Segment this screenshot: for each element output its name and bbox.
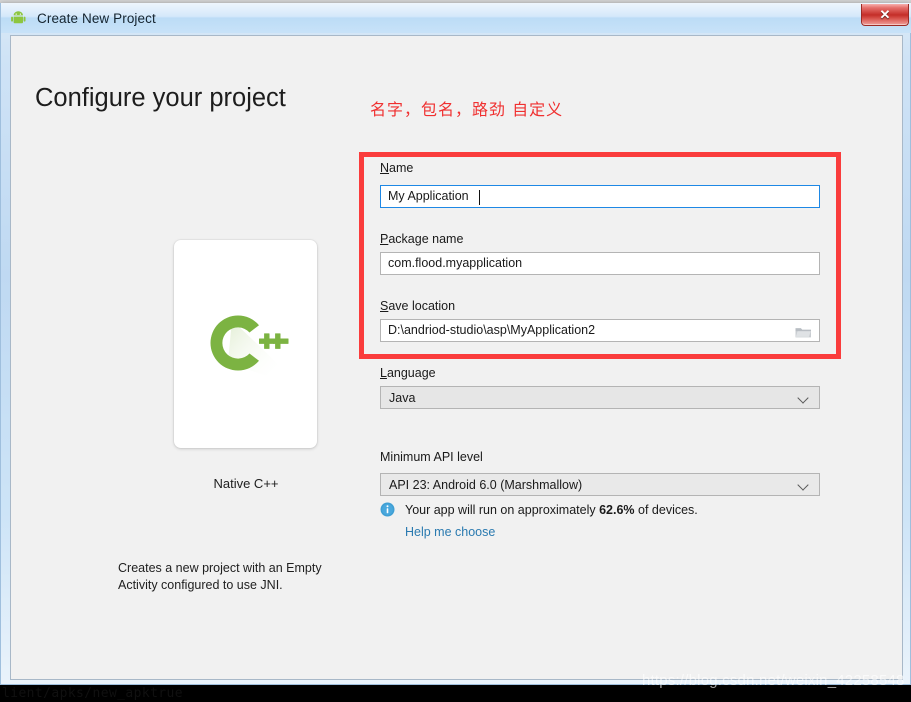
chevron-down-icon	[795, 476, 813, 494]
package-name-input-value: com.flood.myapplication	[388, 256, 523, 270]
page-title: Configure your project	[35, 84, 286, 112]
language-select-value: Java	[389, 390, 416, 405]
name-label: Name	[380, 161, 413, 175]
help-me-choose-link[interactable]: Help me choose	[405, 525, 495, 539]
close-icon: ✕	[879, 6, 891, 22]
device-coverage-info: Your app will run on approximately 62.6%…	[380, 502, 698, 517]
package-name-label-rest: ackage name	[388, 232, 464, 246]
cpp-logo-icon	[202, 302, 290, 387]
coverage-percent: 62.6%	[599, 502, 635, 517]
close-button[interactable]: ✕	[861, 4, 909, 26]
android-head-icon	[10, 10, 30, 26]
language-label: Language	[380, 366, 436, 380]
save-location-label: Save location	[380, 299, 455, 313]
window-titlebar[interactable]: Create New Project ✕	[1, 3, 911, 33]
language-label-rest: anguage	[386, 366, 436, 380]
package-name-input[interactable]: com.flood.myapplication	[380, 252, 820, 275]
coverage-text-before: Your app will run on approximately	[405, 502, 600, 517]
background-terminal-text: lient/apks/new_apktrue	[2, 686, 183, 701]
package-name-label: Package name	[380, 232, 463, 246]
save-location-label-rest: ave location	[388, 299, 456, 313]
folder-icon[interactable]	[795, 325, 812, 338]
info-icon	[380, 502, 395, 517]
min-api-label: Minimum API level	[380, 450, 483, 464]
text-caret	[479, 190, 480, 205]
chevron-down-icon	[795, 389, 813, 407]
dialog-client-area: Configure your project 名字，包名，路劲 自定义 Nati…	[10, 35, 903, 680]
create-new-project-window: Create New Project ✕ Configure your proj…	[0, 3, 911, 685]
template-description: Creates a new project with an Empty Acti…	[118, 561, 322, 592]
annotation-note-chinese: 名字，包名，路劲 自定义	[370, 100, 564, 119]
language-label-mnemonic: L	[380, 366, 387, 380]
save-location-input[interactable]: D:\andriod-studio\asp\MyApplication2	[380, 319, 820, 342]
coverage-text-after: of devices.	[634, 502, 698, 517]
min-api-select[interactable]: API 23: Android 6.0 (Marshmallow)	[380, 473, 820, 496]
window-title: Create New Project	[37, 10, 156, 26]
save-location-input-value: D:\andriod-studio\asp\MyApplication2	[388, 323, 596, 337]
template-preview-card	[174, 240, 317, 448]
name-label-rest: ame	[389, 161, 414, 175]
name-input-value: My Application	[388, 189, 469, 203]
name-label-mnemonic: N	[380, 161, 390, 175]
language-select[interactable]: Java	[380, 386, 820, 409]
min-api-select-value: API 23: Android 6.0 (Marshmallow)	[389, 477, 583, 492]
name-input[interactable]: My Application	[380, 185, 820, 208]
device-coverage-text: Your app will run on approximately 62.6%…	[405, 503, 698, 517]
